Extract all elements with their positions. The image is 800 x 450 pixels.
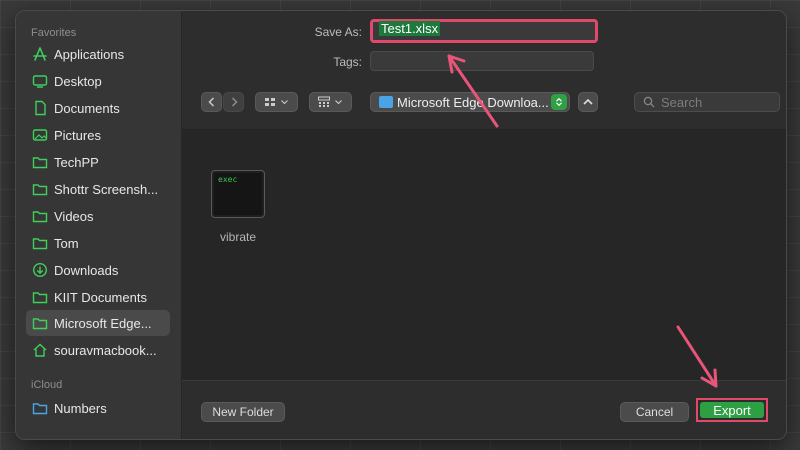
- sidebar-item-documents[interactable]: Documents: [26, 95, 170, 121]
- save-as-field[interactable]: Test1.xlsx: [370, 19, 598, 43]
- export-button[interactable]: Export: [700, 402, 764, 418]
- chevron-down-icon: [281, 100, 288, 105]
- downloads-icon: [32, 262, 48, 278]
- file-browser: exec vibrate: [182, 130, 786, 380]
- desktop-icon: [32, 73, 48, 89]
- exec-thumb-text: exec: [218, 175, 238, 184]
- sidebar-item-label: Downloads: [54, 262, 119, 278]
- document-icon: [32, 100, 48, 116]
- tags-field[interactable]: [370, 51, 594, 71]
- sidebar-item-label: Documents: [54, 100, 120, 116]
- sidebar-item-desktop[interactable]: Desktop: [26, 68, 170, 94]
- sidebar-item-home[interactable]: souravmacbook...: [26, 337, 170, 363]
- search-icon: [643, 96, 655, 108]
- sidebar-item-label: KIIT Documents: [54, 289, 147, 305]
- sidebar-item-tom[interactable]: Tom: [26, 230, 170, 256]
- sidebar-item-numbers[interactable]: Numbers: [26, 395, 170, 421]
- search-field[interactable]: Search: [634, 92, 780, 112]
- folder-icon: [32, 154, 48, 170]
- sidebar-item-label: Applications: [54, 46, 125, 62]
- chevron-right-icon: [231, 97, 238, 107]
- grid-icon: [265, 98, 275, 106]
- tags-label: Tags:: [333, 55, 362, 69]
- sidebar-item-pictures[interactable]: Pictures: [26, 122, 170, 148]
- sidebar-item-label: souravmacbook...: [54, 342, 157, 358]
- chevron-left-icon: [207, 97, 214, 107]
- sidebar-item-label: Desktop: [54, 73, 102, 89]
- sidebar-item-label: Shottr Screensh...: [54, 181, 159, 197]
- sidebar-item-techpp[interactable]: TechPP: [26, 149, 170, 175]
- cancel-button[interactable]: Cancel: [620, 402, 689, 422]
- sidebar-item-label: Tom: [54, 235, 79, 251]
- exec-file-icon: exec: [211, 170, 265, 218]
- sidebar-item-applications[interactable]: Applications: [26, 41, 170, 67]
- group-button[interactable]: [309, 92, 352, 112]
- pictures-icon: [32, 127, 48, 143]
- main-area: Save As: Test1.xlsx Tags: Microsoft Edge…: [182, 11, 786, 439]
- collapse-button[interactable]: [578, 92, 598, 112]
- favorites-title: Favorites: [31, 27, 77, 39]
- top-panel: Save As: Test1.xlsx Tags: Microsoft Edge…: [182, 11, 786, 130]
- folder-icon: [32, 181, 48, 197]
- sidebar-item-label: Pictures: [54, 127, 101, 143]
- file-name: vibrate: [219, 230, 257, 244]
- save-as-value: Test1.xlsx: [379, 21, 441, 36]
- folder-icon: [32, 289, 48, 305]
- forward-button[interactable]: [223, 92, 244, 112]
- file-item[interactable]: exec vibrate: [210, 170, 266, 244]
- folder-icon: [379, 96, 393, 108]
- export-highlight: Export: [696, 398, 768, 422]
- sidebar-item-label: Videos: [54, 208, 94, 224]
- folder-icon: [32, 208, 48, 224]
- sidebar: Favorites Applications Desktop Documents…: [16, 11, 182, 439]
- new-folder-button[interactable]: New Folder: [201, 402, 285, 422]
- sidebar-item-label: Numbers: [54, 400, 107, 416]
- sidebar-item-label: Microsoft Edge...: [54, 315, 152, 331]
- location-label: Microsoft Edge Downloa...: [397, 94, 549, 110]
- location-popup[interactable]: Microsoft Edge Downloa...: [370, 92, 570, 112]
- sidebar-item-downloads[interactable]: Downloads: [26, 257, 170, 283]
- search-placeholder: Search: [661, 94, 703, 110]
- chevron-down-icon: [335, 100, 342, 105]
- group-grid-icon: [318, 96, 330, 107]
- updown-chevron-icon: [551, 94, 567, 110]
- chevron-up-icon: [583, 98, 593, 105]
- sidebar-item-shottr[interactable]: Shottr Screensh...: [26, 176, 170, 202]
- sidebar-item-microsoft-edge[interactable]: Microsoft Edge...: [26, 310, 170, 336]
- folder-icon: [32, 235, 48, 251]
- folder-icon: [32, 315, 48, 331]
- sidebar-item-label: TechPP: [54, 154, 99, 170]
- sidebar-item-videos[interactable]: Videos: [26, 203, 170, 229]
- sidebar-item-kiit-documents[interactable]: KIIT Documents: [26, 284, 170, 310]
- applications-icon: [32, 46, 48, 62]
- back-button[interactable]: [201, 92, 222, 112]
- icloud-title: iCloud: [31, 379, 63, 391]
- home-icon: [32, 342, 48, 358]
- folder-icon: [32, 400, 48, 416]
- icon-view-button[interactable]: [255, 92, 298, 112]
- save-dialog: Favorites Applications Desktop Documents…: [15, 10, 787, 440]
- save-as-label: Save As:: [314, 25, 362, 39]
